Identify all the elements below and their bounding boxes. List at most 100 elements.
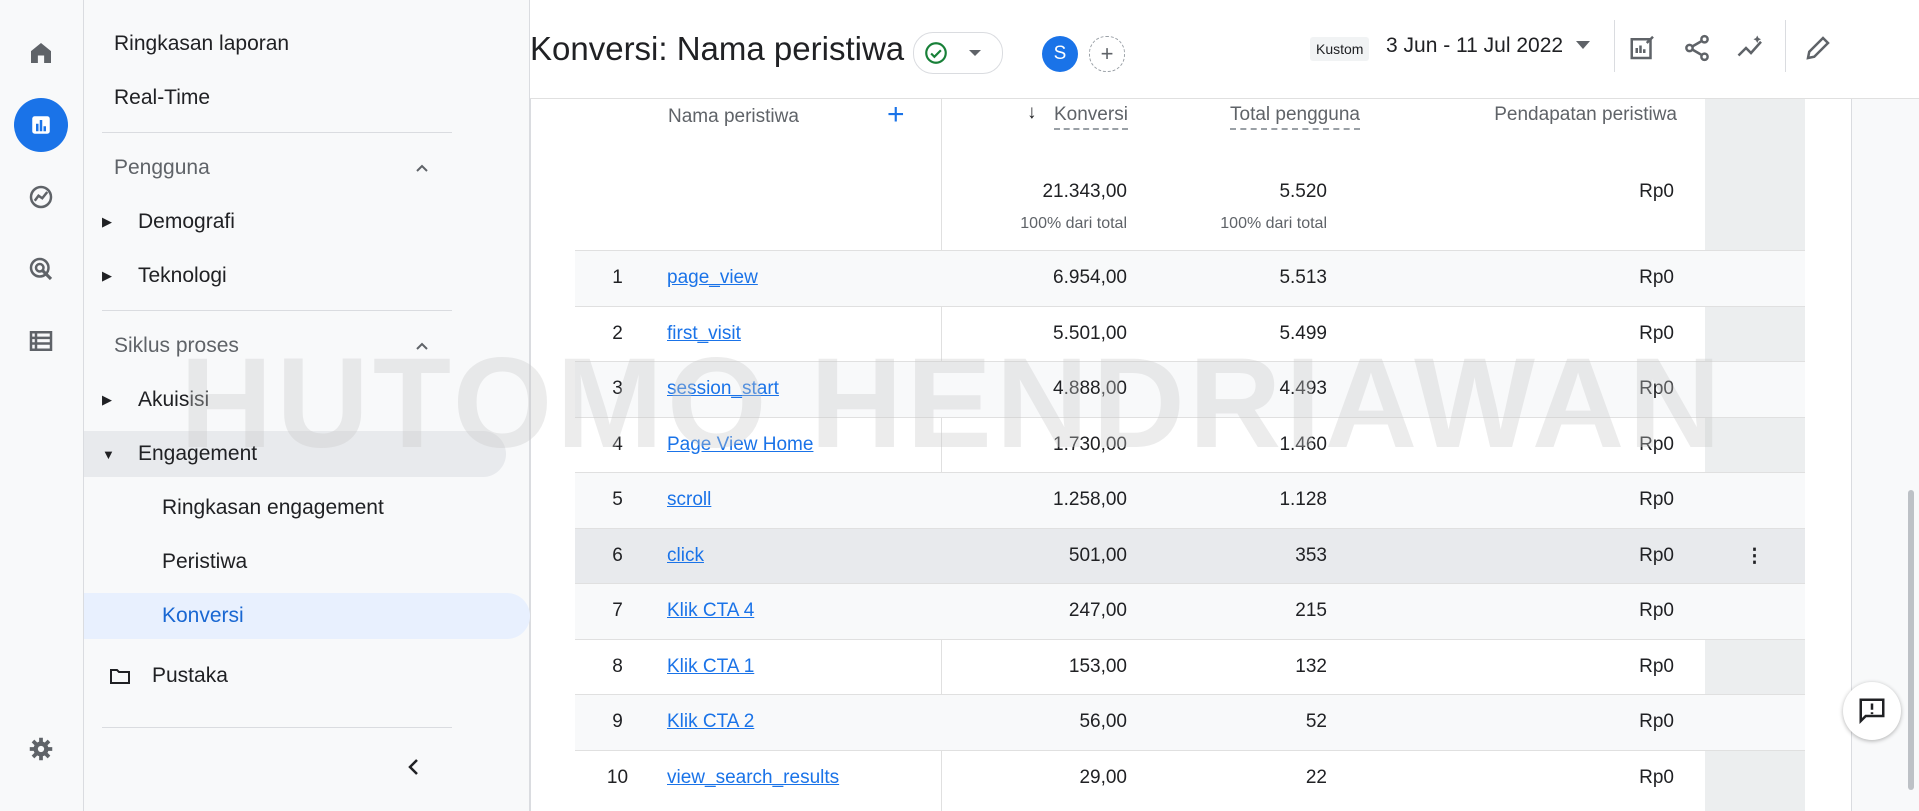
sidebar-section-label: Pengguna (114, 156, 210, 179)
divider (1785, 20, 1786, 72)
more-vert-icon[interactable]: ⋮ (1745, 545, 1764, 568)
sidebar-item-engagement[interactable]: ▼ Engagement (84, 431, 506, 477)
revenue-value: Rp0 (1639, 711, 1674, 732)
revenue-value: Rp0 (1639, 489, 1674, 510)
sidebar-item-label: Demografi (138, 210, 235, 233)
event-name-link[interactable]: session_start (667, 378, 779, 400)
users-value: 132 (1295, 655, 1327, 677)
total-users: 5.520 (1279, 181, 1327, 202)
conversions-value: 1.730,00 (1053, 433, 1127, 455)
add-comparison-button[interactable]: + (1089, 36, 1125, 72)
total-conversions-pct: 100% dari total (1020, 215, 1127, 232)
sidebar-item-report-snapshot[interactable]: Ringkasan laporan (84, 21, 482, 67)
sidebar-item-tech[interactable]: ▶ Teknologi (84, 253, 506, 299)
event-name-link[interactable]: view_search_results (667, 767, 839, 789)
scrollbar[interactable] (1908, 490, 1914, 790)
caret-right-icon: ▶ (102, 392, 112, 407)
table-row[interactable]: 1 page_view 6.954,00 5.513 Rp0 (575, 250, 1805, 306)
revenue-value: Rp0 (1639, 322, 1674, 344)
event-name-link[interactable]: Page View Home (667, 434, 813, 456)
sidebar-item-events[interactable]: Peristiwa (84, 539, 530, 585)
sidebar-item-label: Teknologi (138, 264, 227, 287)
table-row[interactable]: 3 session_start 4.888,00 4.493 Rp0 (575, 361, 1805, 417)
page-title: Konversi: Nama peristiwa (530, 30, 905, 67)
table-row[interactable]: 8 Klik CTA 1 153,00 132 Rp0 (575, 638, 1805, 695)
event-name-link[interactable]: Klik CTA 1 (667, 656, 754, 678)
header-total-users[interactable]: Total pengguna (1230, 104, 1360, 130)
chevron-down-icon[interactable] (1576, 41, 1590, 49)
sidebar-item-label: Pustaka (152, 664, 228, 687)
data-quality-status[interactable] (913, 32, 1003, 74)
event-name-link[interactable]: page_view (667, 267, 758, 289)
folder-icon (110, 669, 130, 684)
sidebar-item-realtime[interactable]: Real-Time (84, 75, 482, 121)
sidebar-section-lifecycle[interactable]: Siklus proses (84, 323, 482, 369)
row-index: 8 (612, 655, 623, 677)
home-icon[interactable] (14, 26, 68, 80)
event-name-link[interactable]: Klik CTA 2 (667, 711, 754, 733)
event-name-link[interactable]: Klik CTA 4 (667, 600, 754, 622)
revenue-value: Rp0 (1639, 766, 1674, 788)
sidebar-item-label: Engagement (138, 442, 258, 465)
conversions-value: 6.954,00 (1053, 267, 1127, 288)
sidebar-item-engagement-overview[interactable]: Ringkasan engagement (84, 485, 530, 531)
header-event-name[interactable]: Nama peristiwa (668, 106, 799, 128)
divider (1614, 20, 1615, 72)
header-conversions[interactable]: Konversi (1054, 104, 1128, 130)
conversions-value: 4.888,00 (1053, 378, 1127, 399)
sidebar-item-conversions[interactable]: Konversi (84, 593, 530, 639)
comparison-avatar[interactable]: S (1042, 36, 1078, 72)
row-index: 1 (612, 267, 623, 288)
users-value: 5.499 (1279, 322, 1327, 344)
row-index: 4 (612, 433, 623, 455)
customize-report-icon[interactable] (1623, 28, 1663, 68)
conversions-value: 29,00 (1079, 766, 1127, 788)
collapse-chevron-icon[interactable] (402, 755, 426, 779)
caret-right-icon: ▶ (102, 214, 112, 229)
users-value: 22 (1305, 766, 1327, 788)
header-event-revenue[interactable]: Pendapatan peristiwa (1477, 104, 1677, 126)
row-index: 10 (606, 766, 629, 788)
chevron-up-icon (416, 342, 428, 350)
event-name-link[interactable]: click (667, 545, 704, 567)
share-icon[interactable] (1677, 28, 1717, 68)
users-value: 5.513 (1279, 267, 1327, 288)
table-row[interactable]: 9 Klik CTA 2 56,00 52 Rp0 (575, 694, 1805, 750)
sort-desc-icon[interactable]: ↓ (1027, 102, 1037, 124)
report-header: Konversi: Nama peristiwa S + Kustom 3 Ju… (530, 0, 1919, 99)
date-range-picker[interactable]: 3 Jun - 11 Jul 2022 (1386, 34, 1563, 58)
sidebar-item-acquisition[interactable]: ▶ Akuisisi (84, 377, 506, 423)
sidebar-section-user[interactable]: Pengguna (84, 145, 482, 191)
table-row[interactable]: 2 first_visit 5.501,00 5.499 Rp0 (575, 305, 1805, 362)
table-row[interactable]: 4 Page View Home 1.730,00 1.460 Rp0 (575, 416, 1805, 473)
sidebar-item-label: Real-Time (114, 86, 211, 109)
table-row[interactable]: 7 Klik CTA 4 247,00 215 Rp0 (575, 583, 1805, 639)
users-value: 1.128 (1279, 489, 1327, 510)
gear-icon[interactable] (14, 722, 68, 776)
revenue-value: Rp0 (1639, 267, 1674, 288)
event-name-link[interactable]: first_visit (667, 323, 741, 345)
total-revenue: Rp0 (1639, 181, 1674, 202)
date-preset-badge: Kustom (1310, 37, 1370, 61)
sidebar-section-label: Siklus proses (114, 334, 239, 357)
explore-icon[interactable] (14, 170, 68, 224)
table-row[interactable]: 10 view_search_results 29,00 22 Rp0 (575, 749, 1805, 806)
users-value: 4.493 (1279, 378, 1327, 399)
edit-pencil-icon[interactable] (1798, 28, 1838, 68)
conversions-value: 501,00 (1068, 544, 1127, 566)
advertising-icon[interactable] (14, 242, 68, 296)
sidebar-item-label: Peristiwa (162, 550, 248, 573)
table-row[interactable]: 5 scroll 1.258,00 1.128 Rp0 (575, 472, 1805, 528)
row-index: 7 (612, 600, 623, 621)
revenue-value: Rp0 (1639, 378, 1674, 399)
sidebar-item-library[interactable]: Pustaka (84, 653, 520, 699)
sidebar-item-demographics[interactable]: ▶ Demografi (84, 199, 506, 245)
insights-icon[interactable] (1731, 28, 1771, 68)
reports-icon[interactable] (14, 98, 68, 152)
caret-down-icon: ▼ (102, 446, 115, 462)
table-row[interactable]: 6 click 501,00 353 Rp0 ⋮ (575, 527, 1805, 584)
feedback-button[interactable] (1843, 682, 1901, 740)
configure-icon[interactable] (14, 314, 68, 368)
add-dimension-button[interactable]: + (887, 98, 905, 132)
event-name-link[interactable]: scroll (667, 489, 711, 511)
